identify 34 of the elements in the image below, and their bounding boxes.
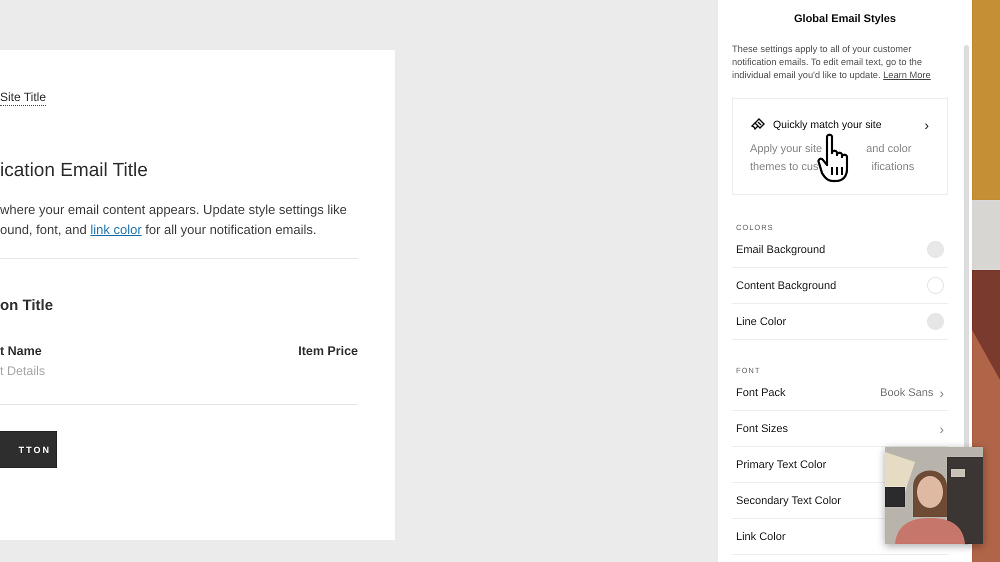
site-title: Site Title bbox=[0, 90, 46, 106]
setting-label[interactable]: Primary Text Color bbox=[736, 458, 826, 470]
section-title: on Title bbox=[0, 297, 54, 314]
setting-label[interactable]: Link Color bbox=[736, 530, 786, 542]
card-description-text: ifications bbox=[871, 160, 914, 175]
match-site-title: Quickly match your site bbox=[773, 119, 883, 131]
email-button[interactable]: TTON bbox=[0, 431, 57, 468]
color-swatch[interactable] bbox=[927, 241, 944, 258]
paintbrush-icon bbox=[750, 117, 766, 133]
color-swatch[interactable] bbox=[927, 313, 944, 330]
panel-description: These settings apply to all of your customer notification emails. To edit email text, go to the individual email you'd like to update. Learn More bbox=[732, 43, 932, 82]
setting-label[interactable]: Font Sizes bbox=[736, 422, 788, 434]
email-body-text: where your email content appears. Update style settings like ound, font, and link color for all your notification emails. bbox=[0, 201, 348, 239]
setting-label[interactable]: Font Pack bbox=[736, 386, 786, 398]
product-details: t Details bbox=[0, 364, 46, 378]
learn-more-link[interactable]: Learn More bbox=[883, 70, 931, 80]
setting-label[interactable]: Line Color bbox=[736, 316, 786, 328]
setting-label[interactable]: Secondary Text Color bbox=[736, 494, 841, 506]
link-color-link[interactable]: link color bbox=[90, 222, 142, 237]
chevron-icon: › bbox=[939, 384, 944, 400]
panel-title: Global Email Styles bbox=[792, 13, 898, 25]
setting-label[interactable]: Email Background bbox=[736, 244, 826, 256]
card-description-text: and color bbox=[866, 142, 912, 157]
match-site-card[interactable]: Quickly match your site › Apply your site and color themes to cus ifications bbox=[732, 98, 948, 195]
card-description-text: Apply your site bbox=[750, 142, 822, 157]
chevron-icon: › bbox=[939, 420, 944, 436]
setting-value: Book Sans bbox=[880, 386, 934, 398]
product-name: t Name bbox=[0, 344, 42, 358]
chevron-icon: › bbox=[924, 117, 929, 133]
card-description-text: themes to cus bbox=[750, 160, 818, 175]
item-price: Item Price bbox=[298, 344, 358, 358]
color-swatch[interactable] bbox=[927, 277, 944, 294]
setting-label[interactable]: Content Background bbox=[736, 280, 836, 292]
email-title: ication Email Title bbox=[0, 160, 149, 182]
